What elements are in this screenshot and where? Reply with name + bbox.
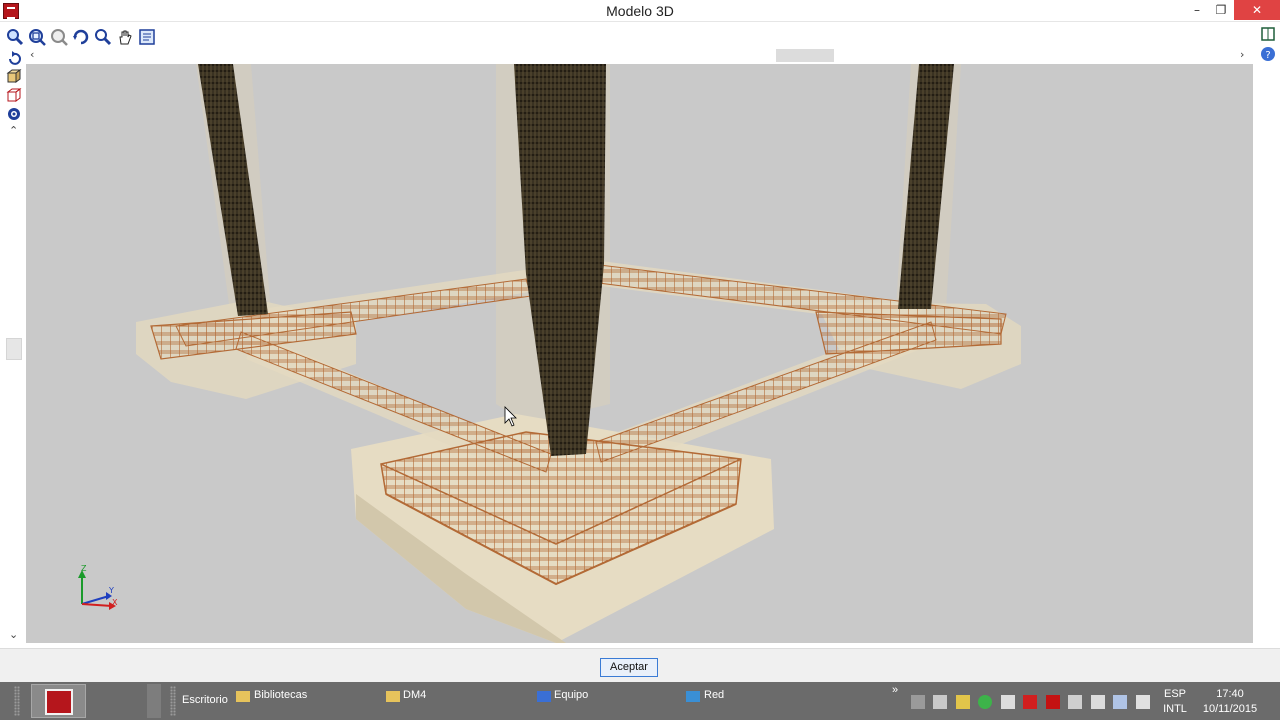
axis-x-label: X [112,598,118,607]
dialog-footer: Aceptar [0,648,1280,682]
book-icon[interactable] [1260,26,1276,42]
3d-model-viewport[interactable]: Z Y X [26,64,1253,643]
clock[interactable]: 17:40 10/11/2015 [1198,687,1262,717]
taskbar: Escritorio Bibliotecas DM4 Equipo Red » … [0,682,1280,720]
solid-view-icon[interactable] [6,68,22,84]
taskbar-dm4[interactable]: DM4 [403,689,426,701]
vertical-scroll-thumb[interactable] [6,338,22,360]
language-top: ESP [1163,688,1186,700]
taskbar-red[interactable]: Red [704,689,724,701]
zoom-window-icon[interactable] [6,28,24,46]
tool-icon[interactable] [1001,695,1015,709]
axis-y-label: Y [109,586,114,595]
toolbar-grip[interactable] [170,686,176,716]
svg-text:?: ? [1265,50,1270,61]
clock-time: 17:40 [1216,688,1244,700]
reinforcement-3d-model [78,64,1021,643]
left-toolbar: ⌃ ⌄ [0,50,26,646]
scroll-down-arrow-icon[interactable]: ⌄ [9,628,18,641]
close-button[interactable]: ✕ [1234,0,1280,20]
accept-button[interactable]: Aceptar [600,658,658,677]
scroll-right-arrow-icon[interactable]: › [1240,48,1244,61]
window-title: Modelo 3D [606,3,674,19]
zoom-previous-icon[interactable] [50,28,68,46]
pan-hand-icon[interactable] [116,28,134,46]
wireframe-view-icon[interactable] [6,87,22,103]
computer-icon [537,691,551,702]
libraries-icon [236,691,250,702]
signal-icon[interactable] [1068,695,1082,709]
horizontal-scroll-thumb[interactable] [776,49,834,62]
title-bar: Modelo 3D – ❐ ✕ [0,0,1280,22]
b-app-icon[interactable] [1023,695,1037,709]
taskbar-escritorio[interactable]: Escritorio [182,694,228,706]
taskbar-overflow[interactable]: » [892,684,898,696]
taskbar-app-button[interactable] [31,684,86,718]
help-icon[interactable]: ? [1260,46,1276,62]
taskbar-scroll[interactable] [147,684,161,718]
taskbar-grip[interactable] [14,686,20,716]
taskbar-bibliotecas[interactable]: Bibliotecas [254,689,307,701]
language-indicator[interactable]: ESP INTL [1159,687,1191,717]
language-bottom: INTL [1163,703,1187,715]
view-settings-icon[interactable] [138,28,156,46]
clock-date: 10/11/2015 [1202,703,1258,715]
refresh-view-icon[interactable] [72,28,90,46]
display-icon[interactable] [1113,695,1127,709]
axis-z-label: Z [81,564,87,573]
battery-icon[interactable] [956,695,970,709]
view-options-icon[interactable] [6,106,22,122]
rotate-icon[interactable] [6,50,22,66]
folder-icon [386,691,400,702]
view-toolbar [0,24,1280,50]
flag-icon[interactable] [1136,695,1150,709]
volume-icon[interactable] [1091,695,1105,709]
restore-button[interactable]: ❐ [1204,0,1238,20]
scroll-up-arrow-icon[interactable]: ⌃ [9,124,18,137]
scroll-left-arrow-icon[interactable]: ‹ [30,48,34,61]
zoom-icon[interactable] [94,28,112,46]
horizontal-scrollbar[interactable]: ‹ › [26,48,1254,63]
network-icon [686,691,700,702]
app-taskbar-icon [45,689,73,715]
network-error-icon[interactable] [911,695,925,709]
taskbar-equipo[interactable]: Equipo [554,689,588,701]
media-icon[interactable] [1046,695,1060,709]
usb-icon[interactable] [933,695,947,709]
whatsapp-icon[interactable] [978,695,992,709]
zoom-all-icon[interactable] [28,28,46,46]
